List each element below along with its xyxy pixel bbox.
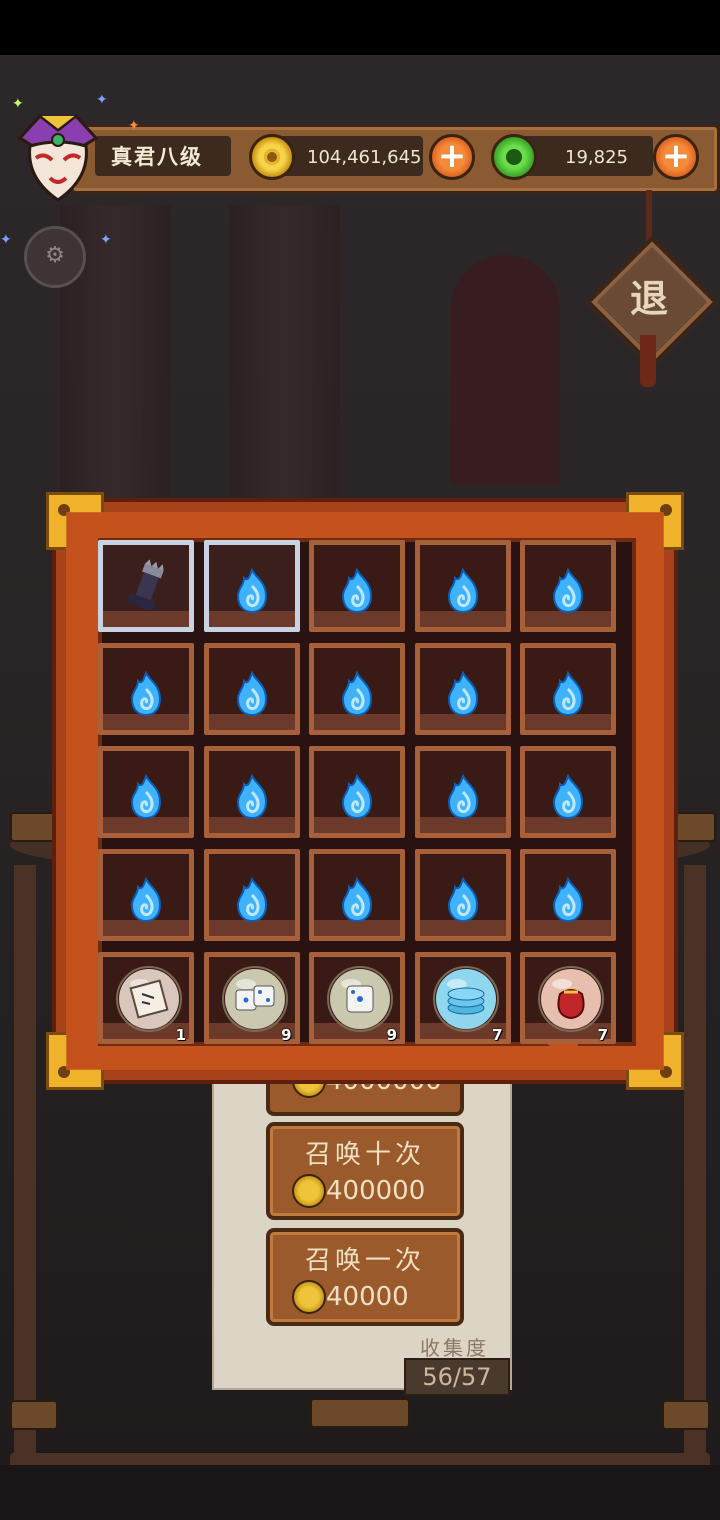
collection-grid: 1 9 9 7 7 bbox=[98, 540, 624, 1044]
grid-cell[interactable] bbox=[414, 643, 511, 735]
blue-flame-icon bbox=[130, 671, 162, 717]
blue-flame-icon bbox=[130, 774, 162, 820]
summon-cost: 400000 bbox=[326, 1176, 426, 1206]
player-rank: 真君八级 bbox=[111, 145, 203, 169]
status-bar bbox=[0, 0, 720, 55]
settings-gear-icon[interactable]: ⚙ bbox=[24, 226, 86, 288]
blue-flame-icon bbox=[552, 568, 584, 614]
dice-pair-icon bbox=[221, 966, 288, 1032]
summon-ten-button[interactable]: 召唤十次 400000 bbox=[266, 1122, 464, 1220]
grid-cell[interactable]: 9 bbox=[203, 952, 300, 1044]
red-pouch-icon bbox=[538, 966, 604, 1032]
coin-icon bbox=[292, 1174, 326, 1208]
coin-icon bbox=[249, 134, 295, 180]
grid-cell[interactable] bbox=[309, 746, 405, 838]
sparkle-icon: ✦ bbox=[12, 96, 24, 112]
sparkle-icon: ✦ bbox=[128, 118, 140, 134]
grid-cell[interactable] bbox=[520, 746, 616, 838]
chip-stack-icon bbox=[432, 966, 499, 1032]
grid-cell[interactable] bbox=[520, 849, 616, 941]
rail-knob bbox=[662, 1400, 710, 1430]
background-rail bbox=[10, 1453, 710, 1465]
blue-flame-icon bbox=[447, 774, 478, 820]
add-coins-button[interactable]: + bbox=[429, 134, 475, 180]
grid-cell[interactable] bbox=[414, 746, 511, 838]
summon-once-button[interactable]: 召唤一次 40000 bbox=[266, 1228, 464, 1326]
jade-count: 19,825 bbox=[565, 147, 628, 168]
grid-cell[interactable] bbox=[520, 643, 616, 735]
blue-flame-icon bbox=[447, 877, 478, 923]
item-count: 7 bbox=[597, 1026, 608, 1044]
grid-cell[interactable] bbox=[309, 849, 405, 941]
rail-knob bbox=[310, 1398, 410, 1428]
blue-flame-icon bbox=[447, 568, 478, 614]
grid-cell[interactable]: 1 bbox=[98, 952, 194, 1044]
grid-cell[interactable] bbox=[414, 849, 511, 941]
summon-cost: 40000 bbox=[326, 1282, 409, 1312]
blue-flame-icon bbox=[341, 568, 373, 614]
item-count: 9 bbox=[386, 1026, 397, 1044]
blue-flame-icon bbox=[236, 774, 267, 820]
dice-icon bbox=[327, 966, 393, 1032]
coin-icon bbox=[292, 1280, 326, 1314]
background-frame-post bbox=[684, 865, 706, 1465]
navigation-bar bbox=[0, 1465, 720, 1520]
grid-cell[interactable] bbox=[203, 643, 300, 735]
collection-label: 收集度 bbox=[420, 1336, 489, 1360]
blue-flame-icon bbox=[341, 671, 373, 717]
grid-cell[interactable] bbox=[520, 540, 616, 632]
grid-cell[interactable] bbox=[98, 849, 194, 941]
sparkle-icon: ✦ bbox=[96, 92, 108, 108]
rail-knob bbox=[10, 812, 58, 842]
resource-bar: 真君八级 104,461,645 + 19,825 + bbox=[70, 124, 720, 194]
sparkle-icon: ✦ bbox=[0, 232, 12, 248]
blue-flame-icon bbox=[341, 774, 373, 820]
item-count: 9 bbox=[281, 1026, 292, 1044]
rail-knob bbox=[10, 1400, 58, 1430]
blue-flame-icon bbox=[236, 568, 267, 614]
jade-icon bbox=[491, 134, 537, 180]
grid-cell[interactable] bbox=[414, 540, 511, 632]
blue-flame-icon bbox=[130, 877, 162, 923]
blue-flame-icon bbox=[236, 877, 267, 923]
summon-title: 召唤十次 bbox=[304, 1140, 425, 1170]
summon-title: 召唤一次 bbox=[304, 1246, 425, 1276]
grid-cell[interactable] bbox=[98, 643, 194, 735]
blue-flame-icon bbox=[236, 671, 267, 717]
blue-flame-icon bbox=[552, 671, 584, 717]
item-count: 1 bbox=[175, 1026, 186, 1044]
coin-count: 104,461,645 bbox=[307, 147, 422, 168]
grid-cell[interactable] bbox=[309, 643, 405, 735]
exit-tassel bbox=[640, 335, 656, 387]
grid-cell[interactable]: 7 bbox=[414, 952, 511, 1044]
blue-flame-icon bbox=[552, 877, 584, 923]
blue-flame-icon bbox=[447, 671, 478, 717]
add-jade-button[interactable]: + bbox=[653, 134, 699, 180]
grid-cell[interactable] bbox=[203, 746, 300, 838]
grid-cell[interactable]: 7 bbox=[520, 952, 616, 1044]
grid-cell[interactable] bbox=[98, 746, 194, 838]
grid-cell[interactable] bbox=[203, 540, 300, 632]
chess-rook-icon bbox=[127, 559, 164, 611]
corner-ornament bbox=[46, 492, 104, 550]
scroll-icon bbox=[116, 966, 182, 1032]
player-avatar[interactable] bbox=[10, 108, 106, 204]
grid-cell[interactable]: 9 bbox=[309, 952, 405, 1044]
blue-flame-icon bbox=[552, 774, 584, 820]
exit-label: 退 bbox=[629, 277, 668, 321]
blue-flame-icon bbox=[341, 877, 373, 923]
grid-cell[interactable] bbox=[203, 849, 300, 941]
collection-value: 56/57 bbox=[404, 1358, 510, 1396]
item-count: 7 bbox=[492, 1026, 503, 1044]
grid-cell[interactable] bbox=[309, 540, 405, 632]
background-frame-post bbox=[14, 865, 36, 1465]
grid-cell[interactable] bbox=[98, 540, 194, 632]
corner-ornament bbox=[46, 1032, 104, 1090]
background-bell bbox=[450, 255, 560, 485]
sparkle-icon: ✦ bbox=[100, 232, 112, 248]
